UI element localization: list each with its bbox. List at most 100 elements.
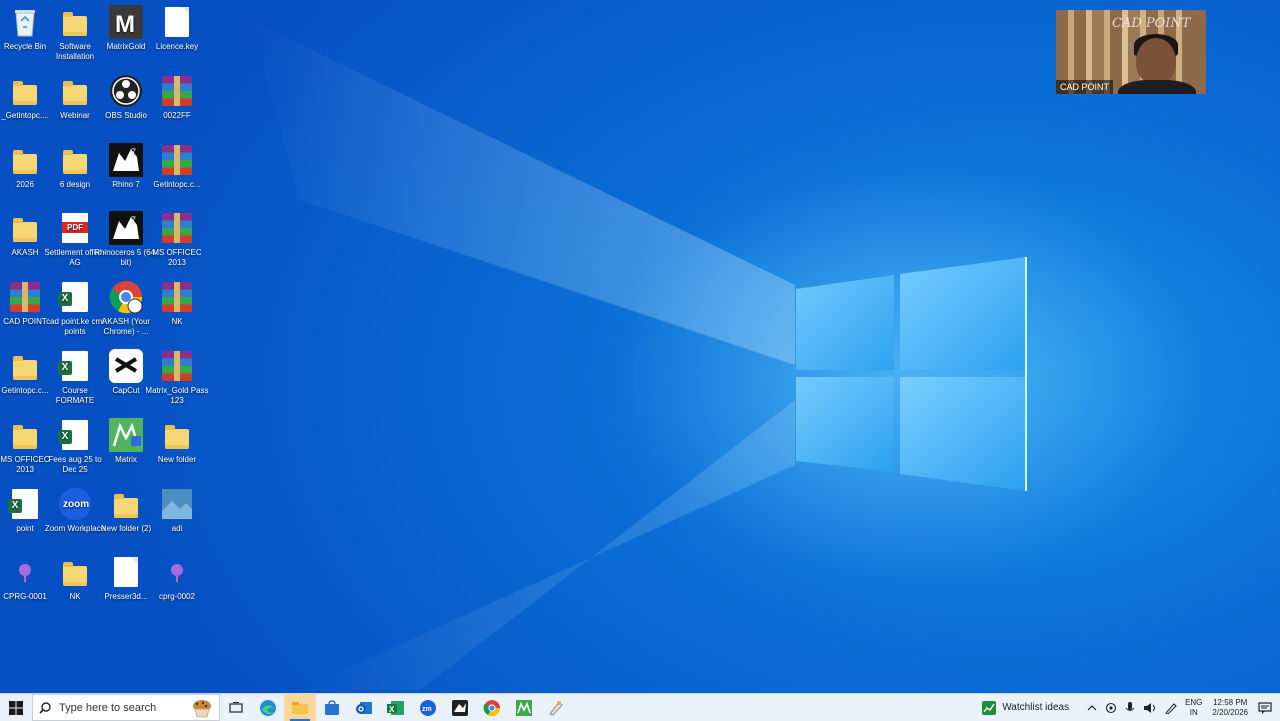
folder-icon xyxy=(57,73,93,109)
webcam-name-label: CAD POINT xyxy=(1056,80,1114,94)
winrar-icon xyxy=(159,348,195,384)
svg-text:7: 7 xyxy=(131,215,136,225)
pen-tray[interactable] xyxy=(1165,702,1177,714)
folder-icon xyxy=(7,348,43,384)
pdf-icon xyxy=(57,210,93,246)
folder-icon xyxy=(57,554,93,590)
desktop-icon[interactable]: Matrix_Gold Pass 123 xyxy=(144,348,210,406)
microphone-icon xyxy=(1125,701,1135,711)
store-icon xyxy=(325,699,339,715)
volume-tray[interactable] xyxy=(1143,702,1157,714)
chevron-up-icon xyxy=(1087,704,1097,710)
taskbar-matrix[interactable] xyxy=(508,694,540,721)
cprg-icon xyxy=(7,554,43,590)
folder-icon xyxy=(57,4,93,40)
zoom-icon: zm xyxy=(420,699,436,716)
svg-text:X: X xyxy=(389,705,395,714)
onedrive-tray[interactable] xyxy=(1105,702,1117,714)
watchlist-label: Watchlist ideas xyxy=(1002,702,1070,713)
person-body xyxy=(1118,80,1196,94)
desktop-icon[interactable]: MS OFFICEC 2013 xyxy=(144,210,210,268)
svg-text:zoom: zoom xyxy=(63,499,89,510)
search-icon xyxy=(39,701,51,714)
rhino-icon: 7 xyxy=(108,210,144,246)
matrix-icon xyxy=(108,417,144,453)
taskbar: Type here to search X zm Watchlist ideas… xyxy=(0,693,1280,721)
taskbar-search-box[interactable]: Type here to search xyxy=(32,694,220,721)
cprg-icon xyxy=(159,554,195,590)
person-head xyxy=(1136,38,1176,84)
clock[interactable]: 12:58 PM 2/20/2026 xyxy=(1212,698,1248,718)
file-icon xyxy=(159,4,195,40)
winrar-icon xyxy=(7,279,43,315)
watchlist-widget[interactable]: Watchlist ideas xyxy=(982,700,1070,715)
excel-icon xyxy=(57,279,93,315)
start-button[interactable] xyxy=(0,694,32,721)
taskbar-chrome[interactable] xyxy=(476,694,508,721)
recycle-bin-icon xyxy=(7,4,43,40)
desktop-icon[interactable]: New folder xyxy=(144,417,210,465)
taskbar-edge[interactable] xyxy=(252,694,284,721)
speaker-icon xyxy=(1144,702,1156,713)
desktop-icon[interactable]: Licence.key xyxy=(144,4,210,52)
excel-icon xyxy=(57,417,93,453)
desktop-icon-label: cprg-0002 xyxy=(158,592,196,602)
excel-icon xyxy=(57,348,93,384)
language-bottom: IN xyxy=(1189,707,1198,717)
desktop-icon[interactable]: Getintopc.c... xyxy=(144,142,210,190)
desktop-icon-label: adi xyxy=(171,523,183,533)
notification-icon xyxy=(1258,701,1272,714)
webcam-logo: CAD POINT xyxy=(1112,16,1191,31)
chrome-icon xyxy=(483,699,501,716)
taskbar-outlook[interactable] xyxy=(348,694,380,721)
desktop-icon[interactable]: adi xyxy=(144,486,210,534)
taskbar-store[interactable] xyxy=(316,694,348,721)
folder-icon xyxy=(159,417,195,453)
desktop-icon[interactable]: NK xyxy=(144,279,210,327)
show-hidden-icons-button[interactable] xyxy=(1087,704,1097,712)
system-tray: Watchlist ideas ENG IN 12:58 PM 2/20/202… xyxy=(978,694,1280,721)
image-icon xyxy=(159,486,195,522)
svg-text:M: M xyxy=(115,11,135,38)
taskbar-paint[interactable] xyxy=(540,694,572,721)
folder-icon xyxy=(7,210,43,246)
capcut-icon xyxy=(108,348,144,384)
obs-icon xyxy=(108,73,144,109)
matrixgold-icon: M xyxy=(108,4,144,40)
windows-start-icon xyxy=(9,700,23,715)
desktop-icon-label: New folder xyxy=(157,454,197,464)
webcam-overlay[interactable]: CAD POINT CAD POINT xyxy=(1056,10,1206,94)
excel-icon xyxy=(7,486,43,522)
matrix-icon xyxy=(516,699,532,716)
rhino-icon: 7 xyxy=(108,142,144,178)
file-icon xyxy=(108,554,144,590)
desktop-icon-label: NK xyxy=(171,317,183,327)
taskbar-rhino[interactable] xyxy=(444,694,476,721)
taskbar-zoom[interactable]: zm xyxy=(412,694,444,721)
clock-time: 12:58 PM xyxy=(1213,697,1248,707)
desktop-icon-label: Matrix_Gold Pass 123 xyxy=(145,386,209,405)
outlook-icon xyxy=(356,701,372,714)
desktop-icon-label: Getintopc.c... xyxy=(153,179,201,189)
desktop-icon[interactable]: 0022FF xyxy=(144,73,210,121)
language-top: ENG xyxy=(1185,697,1203,707)
camera-icon xyxy=(1106,702,1117,713)
taskbar-file-explorer[interactable] xyxy=(284,694,316,721)
zoom-icon: zoom xyxy=(57,486,93,522)
stocks-icon xyxy=(982,700,997,715)
microphone-tray[interactable] xyxy=(1125,701,1135,714)
clock-date: 2/20/2026 xyxy=(1212,707,1248,717)
excel-icon: X xyxy=(387,700,404,715)
winrar-icon xyxy=(159,142,195,178)
winrar-icon xyxy=(159,279,195,315)
language-indicator[interactable]: ENG IN xyxy=(1185,698,1202,718)
desktop-icon[interactable]: cprg-0002 xyxy=(144,554,210,602)
folder-icon xyxy=(7,417,43,453)
taskbar-excel[interactable]: X xyxy=(380,694,412,721)
task-view-button[interactable] xyxy=(220,694,252,721)
rhino-icon xyxy=(452,699,468,716)
chrome-icon xyxy=(108,279,144,315)
folder-icon xyxy=(7,142,43,178)
edge-icon xyxy=(260,699,276,716)
notifications-button[interactable] xyxy=(1258,701,1272,714)
